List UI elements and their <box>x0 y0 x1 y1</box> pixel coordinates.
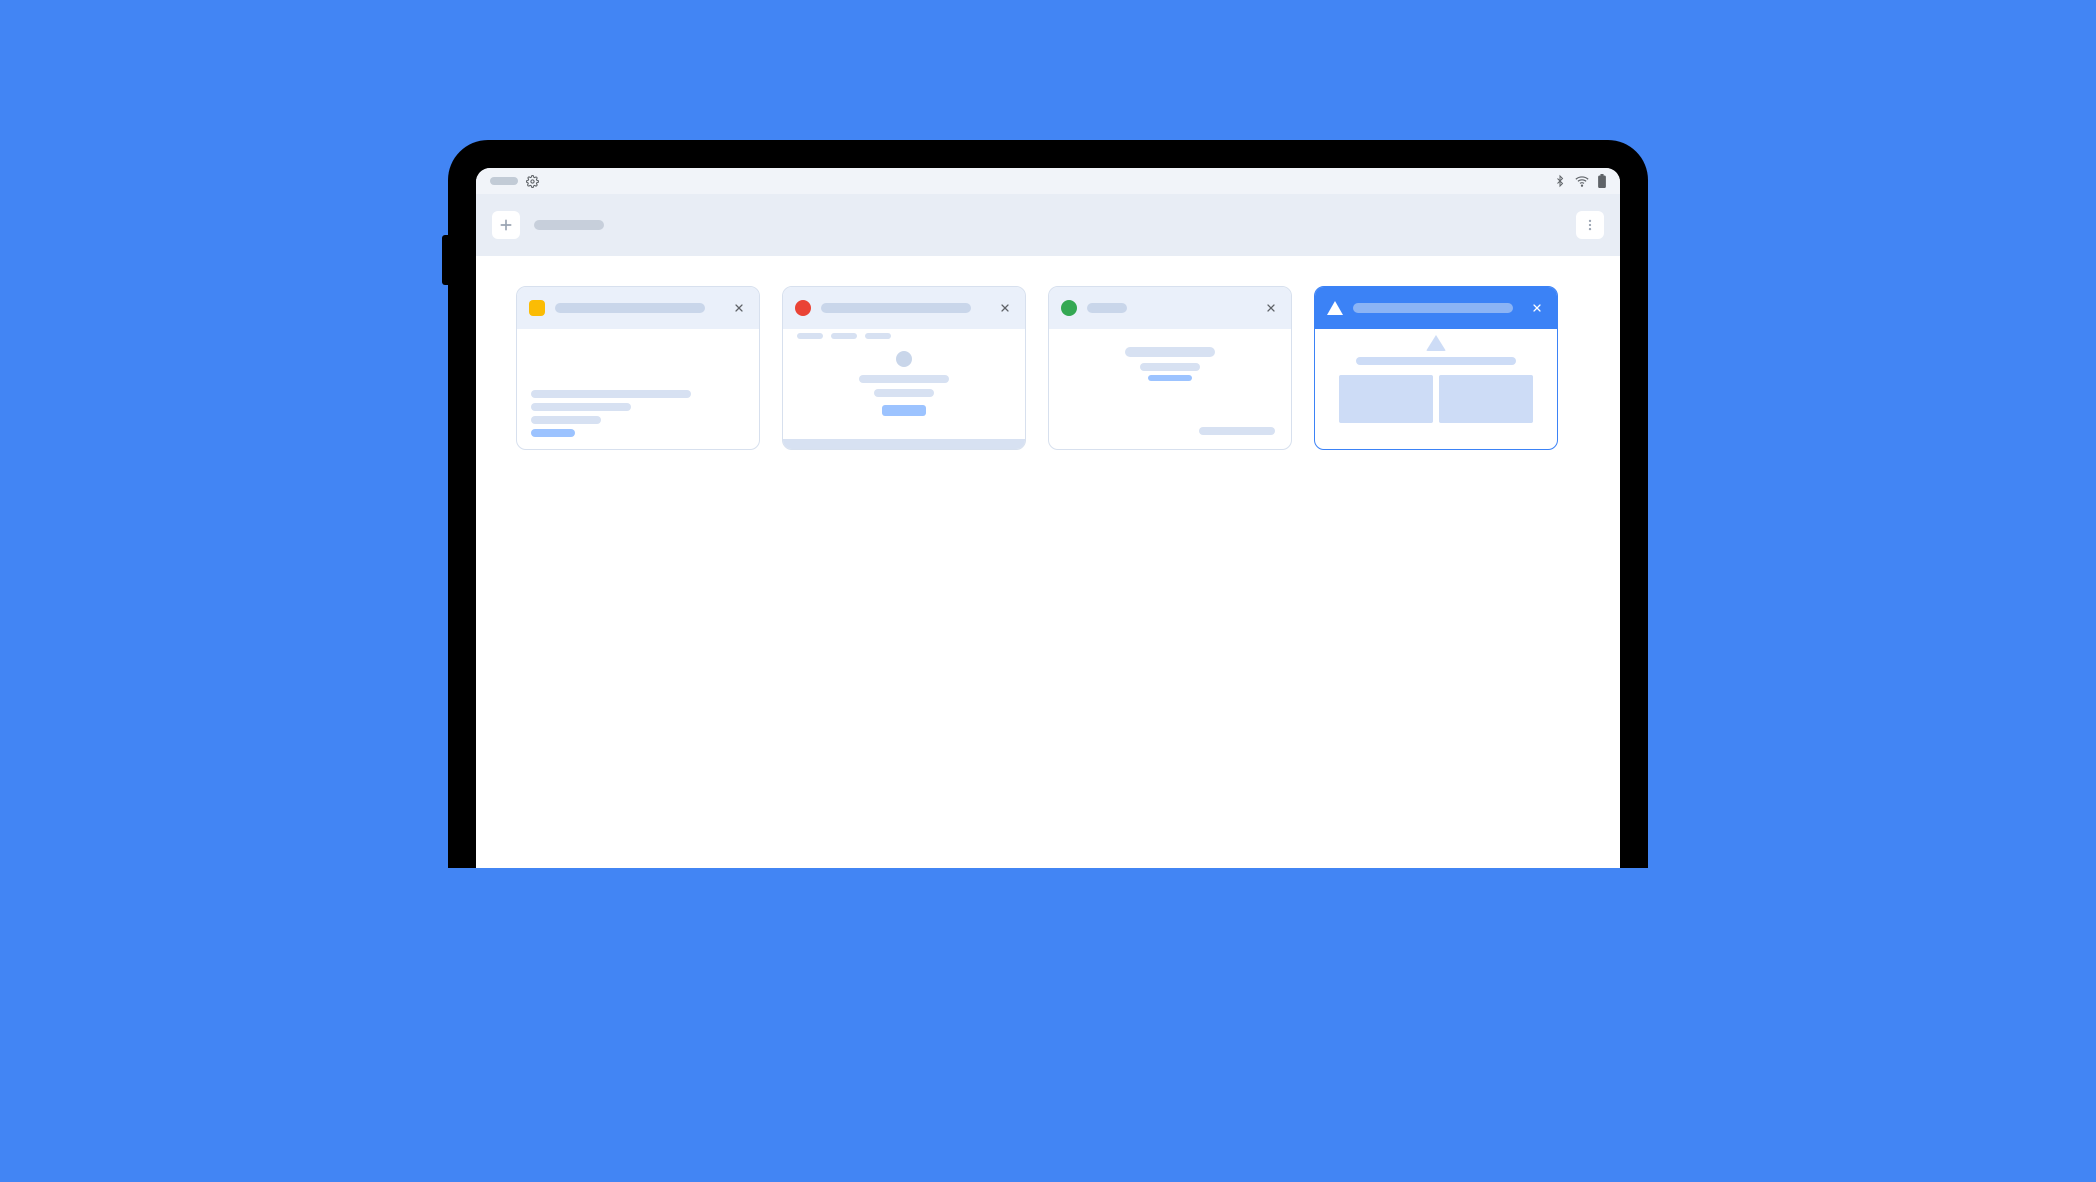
tab-card-active[interactable] <box>1314 286 1558 450</box>
close-tab-button[interactable] <box>997 300 1013 316</box>
close-tab-button[interactable] <box>1263 300 1279 316</box>
preview-block <box>1439 375 1533 423</box>
close-tab-button[interactable] <box>1529 300 1545 316</box>
tab-card-header <box>1049 287 1291 329</box>
preview-nav <box>865 333 891 339</box>
preview-footer <box>783 439 1025 449</box>
tablet-frame <box>448 140 1648 868</box>
tab-card-header <box>783 287 1025 329</box>
toolbar-label-placeholder <box>534 220 604 230</box>
bluetooth-icon <box>1554 174 1566 188</box>
tab-title-placeholder <box>821 303 971 313</box>
tab-card[interactable] <box>782 286 1026 450</box>
favicon-icon <box>795 300 811 316</box>
more-menu-button[interactable] <box>1576 211 1604 239</box>
new-tab-button[interactable] <box>492 211 520 239</box>
favicon-icon <box>529 300 545 316</box>
preview-line <box>859 375 949 383</box>
preview-line <box>531 403 631 411</box>
tab-preview <box>1049 329 1291 449</box>
tab-card[interactable] <box>1048 286 1292 450</box>
tab-title-placeholder <box>1087 303 1127 313</box>
wifi-icon <box>1574 174 1590 188</box>
preview-block <box>1339 375 1433 423</box>
status-bar <box>476 168 1620 194</box>
tablet-screen <box>476 168 1620 868</box>
tab-card[interactable] <box>516 286 760 450</box>
tablet-side-button <box>442 235 448 285</box>
preview-line <box>1125 347 1215 357</box>
favicon-icon <box>1061 300 1077 316</box>
tab-preview <box>783 329 1025 449</box>
tab-card-header <box>517 287 759 329</box>
tab-title-placeholder <box>1353 303 1513 313</box>
preview-line <box>1140 363 1200 371</box>
preview-line <box>531 390 691 398</box>
battery-icon <box>1598 174 1606 188</box>
preview-line <box>874 389 934 397</box>
preview-nav <box>831 333 857 339</box>
preview-line <box>531 416 601 424</box>
tab-card-header <box>1315 287 1557 329</box>
tab-overview-grid <box>476 256 1620 480</box>
settings-icon <box>526 175 539 188</box>
status-pill <box>490 177 518 185</box>
preview-nav <box>797 333 823 339</box>
browser-toolbar <box>476 194 1620 256</box>
tab-preview <box>517 329 759 449</box>
favicon-icon <box>1327 301 1343 315</box>
preview-line <box>1356 357 1516 365</box>
preview-button <box>882 405 926 416</box>
preview-logo-icon <box>1426 335 1446 351</box>
close-tab-button[interactable] <box>731 300 747 316</box>
preview-line <box>1199 427 1275 435</box>
tab-title-placeholder <box>555 303 705 313</box>
preview-link <box>1148 375 1192 381</box>
tab-preview <box>1315 329 1557 449</box>
preview-link <box>531 429 575 437</box>
preview-avatar-icon <box>896 351 912 367</box>
